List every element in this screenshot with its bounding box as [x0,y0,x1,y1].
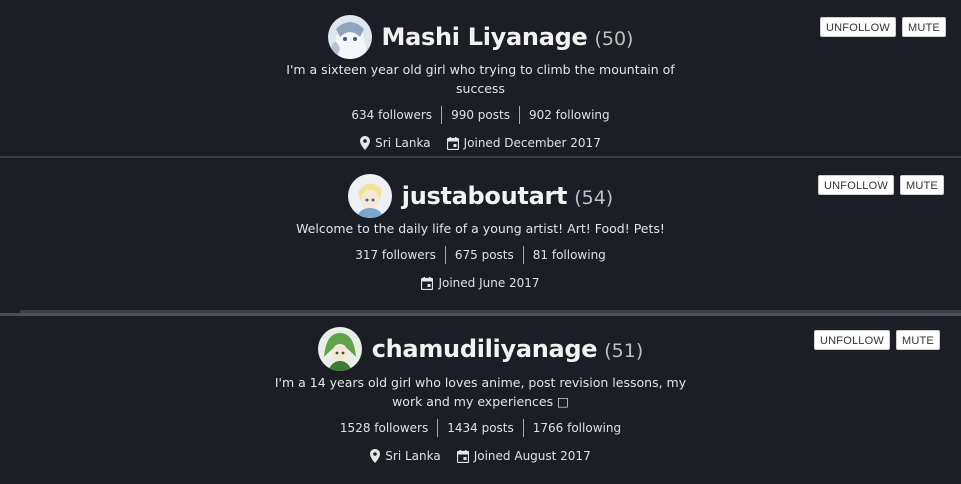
reputation-score: (51) [604,339,644,362]
mute-button[interactable]: MUTE [902,17,946,37]
joined-date: Joined December 2017 [446,136,601,150]
map-pin-icon [360,136,371,150]
reputation-score: (50) [594,27,634,50]
joined-text: Joined December 2017 [463,136,601,150]
user-about: I'm a sixteen year old girl who trying t… [286,62,675,96]
unfollow-button[interactable]: UNFOLLOW [818,175,894,195]
username[interactable]: justaboutart [402,182,568,210]
map-pin-icon [370,449,381,463]
username[interactable]: chamudiliyanage [372,335,598,363]
calendar-icon [421,276,434,290]
user-about: Welcome to the daily life of a young art… [296,221,665,236]
user-card-justaboutart: justaboutart (54) Welcome to the daily l… [0,160,961,310]
user-about: I'm a 14 years old girl who loves anime,… [274,375,687,409]
calendar-icon [446,136,459,150]
username[interactable]: Mashi Liyanage [382,23,588,51]
user-stats: 1528 followers 1434 posts 1766 following [0,419,961,437]
following-count[interactable]: 81 following [522,246,615,264]
joined-text: Joined June 2017 [438,276,540,290]
following-count[interactable]: 902 following [518,106,619,124]
avatar[interactable] [317,327,362,371]
user-name-row: justaboutart (54) [0,174,961,218]
posts-count: 990 posts [441,106,519,124]
location-text: Sri Lanka [385,449,441,463]
followers-count[interactable]: 317 followers [346,246,445,264]
location: Sri Lanka [370,449,441,463]
posts-count: 1434 posts [437,419,523,437]
calendar-icon [456,449,469,463]
followers-count[interactable]: 1528 followers [331,419,437,437]
user-meta: Sri Lanka Joined December 2017 [0,136,961,150]
location: Sri Lanka [360,136,431,150]
joined-text: Joined August 2017 [473,449,591,463]
following-count[interactable]: 1766 following [522,419,630,437]
user-stats: 317 followers 675 posts 81 following [0,246,961,264]
user-stats: 634 followers 990 posts 902 following [0,106,961,124]
user-name-row: Mashi Liyanage (50) [0,15,961,59]
user-meta: Joined June 2017 [0,276,961,290]
user-card-mashi-liyanage: Mashi Liyanage (50) I'm a sixteen year o… [0,0,961,158]
mute-button[interactable]: MUTE [896,330,940,350]
followers-count[interactable]: 634 followers [342,106,441,124]
user-meta: Sri Lanka Joined August 2017 [0,449,961,463]
avatar[interactable] [347,174,392,218]
mute-button[interactable]: MUTE [900,175,944,195]
posts-count: 675 posts [444,246,523,264]
unfollow-button[interactable]: UNFOLLOW [820,17,896,37]
joined-date: Joined June 2017 [421,276,540,290]
joined-date: Joined August 2017 [456,449,591,463]
location-text: Sri Lanka [375,136,431,150]
reputation-score: (54) [574,186,614,209]
avatar[interactable] [327,15,372,59]
unfollow-button[interactable]: UNFOLLOW [814,330,890,350]
user-card-chamudiliyanage: chamudiliyanage (51) I'm a 14 years old … [0,313,961,484]
